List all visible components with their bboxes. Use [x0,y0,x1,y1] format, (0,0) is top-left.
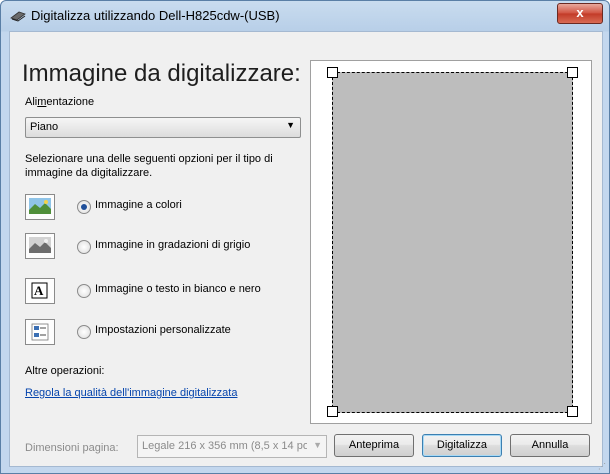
radio-custom-settings[interactable] [77,325,91,339]
custom-settings-icon[interactable] [25,319,55,345]
scan-button[interactable]: Digitalizza [422,434,502,457]
cancel-button[interactable]: Annulla [510,434,590,457]
radio-color-image[interactable] [77,200,91,214]
page-size-select[interactable]: Legale 216 x 356 mm (8,5 x 14 poll.) ▼ [137,435,327,458]
radio-bw-text[interactable] [77,284,91,298]
chevron-down-icon: ▼ [286,120,295,130]
source-select[interactable]: Piano ▼ [25,117,301,138]
radio-grayscale-image[interactable] [77,240,91,254]
source-select-value: Piano [30,121,59,133]
resize-handle-bottom-right[interactable] [567,406,578,417]
option-label-grayscale-image: Immagine in gradazioni di grigio [95,239,251,251]
scanner-icon [10,11,26,22]
scan-selection-area[interactable] [332,72,573,413]
option-label-bw-text: Immagine o testo in bianco e nero [95,283,261,295]
color-image-icon[interactable] [25,194,55,220]
page-title: Immagine da digitalizzare: [22,60,301,87]
source-label: Alimentazione [25,96,95,108]
grayscale-image-icon[interactable] [25,233,55,259]
resize-handle-top-right[interactable] [567,67,578,78]
adjust-quality-link[interactable]: Regola la qualità dell'immagine digitali… [25,387,237,399]
bw-text-icon[interactable]: A [25,278,55,304]
resize-handle-bottom-left[interactable] [327,406,338,417]
resize-handle-top-left[interactable] [327,67,338,78]
option-label-color-image: Immagine a colori [95,199,182,211]
chevron-down-icon: ▼ [313,440,322,450]
window-title: Digitalizza utilizzando Dell-H825cdw-(US… [31,8,280,23]
close-button[interactable]: x [557,3,603,24]
option-label-custom-settings: Impostazioni personalizzate [95,324,231,336]
resize-grip-icon[interactable]: ⋰ [598,462,608,472]
other-operations-label: Altre operazioni: [25,365,105,377]
title-bar: Digitalizza utilizzando Dell-H825cdw-(US… [1,1,609,31]
svg-text:A: A [34,283,44,298]
page-size-value: Legale 216 x 356 mm (8,5 x 14 poll.) [142,440,307,452]
instructions-text: Selezionare una delle seguenti opzioni p… [25,153,273,179]
preview-button[interactable]: Anteprima [334,434,414,457]
page-size-label: Dimensioni pagina: [25,442,119,454]
scan-preview-pane[interactable] [310,60,592,424]
